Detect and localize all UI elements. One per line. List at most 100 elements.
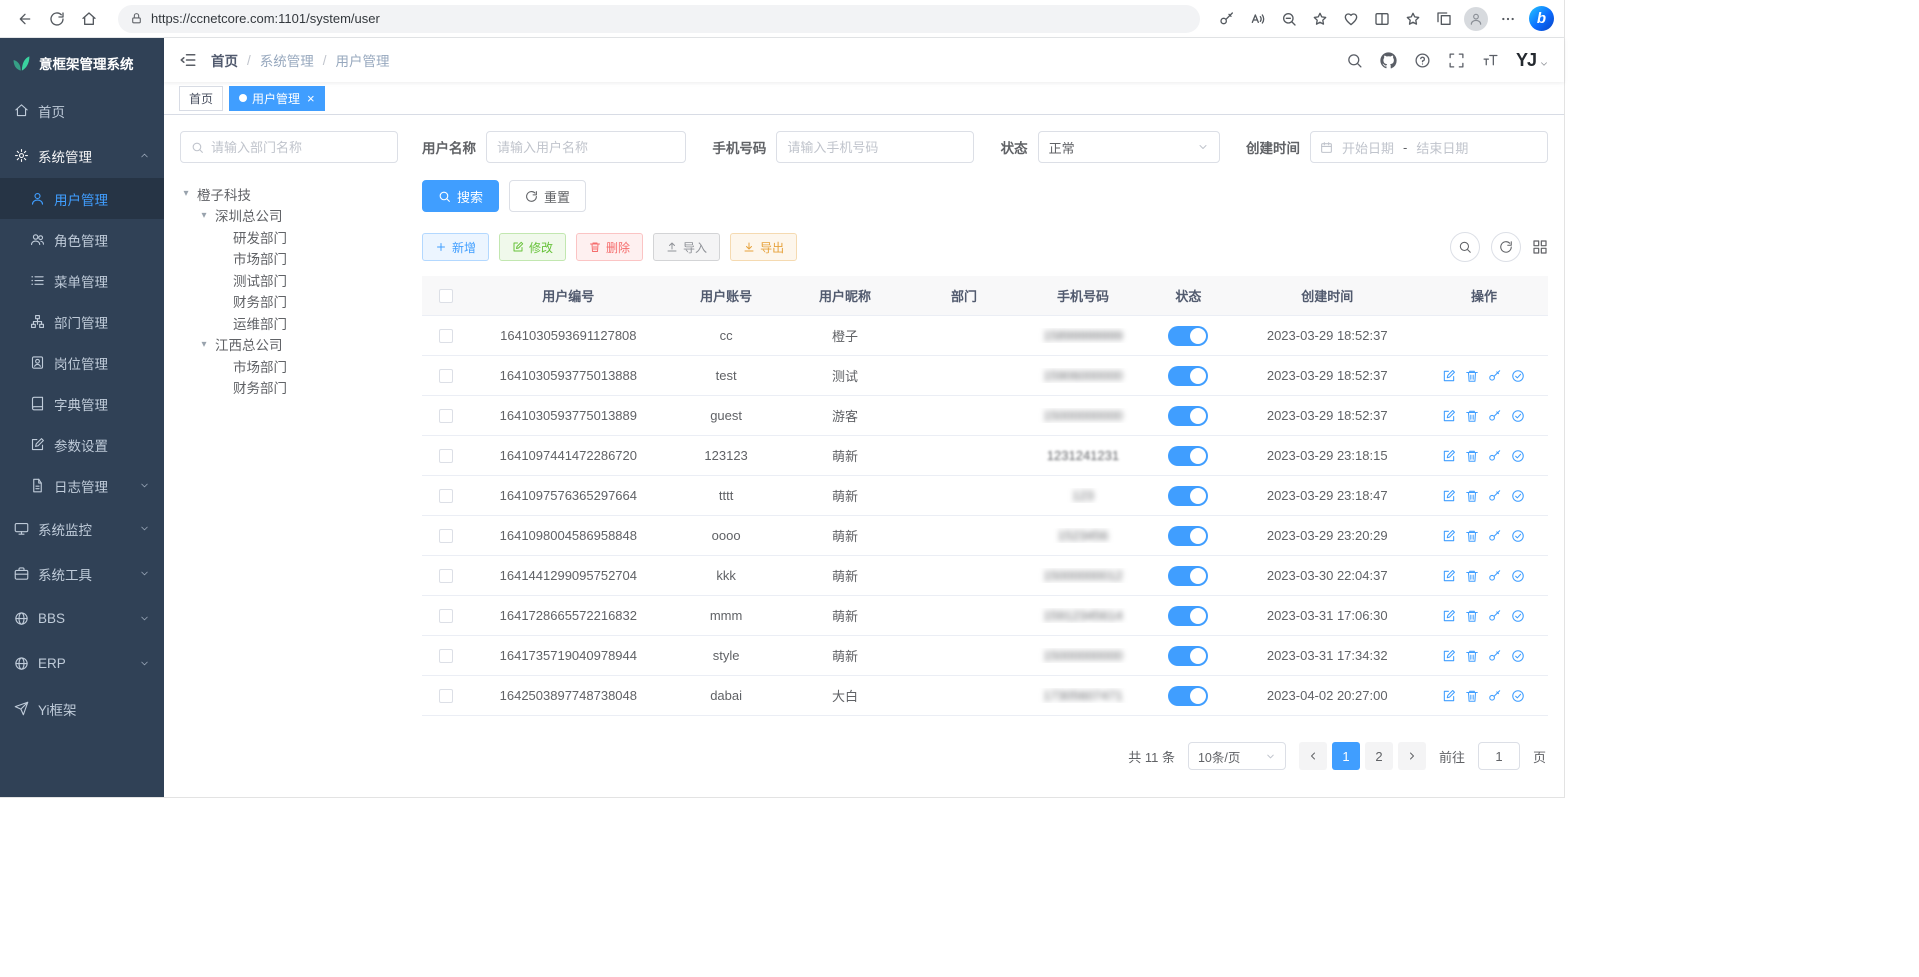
- edit-icon[interactable]: [1442, 649, 1456, 663]
- phone-input[interactable]: [776, 131, 974, 163]
- tree-node[interactable]: 财务部门: [180, 377, 398, 399]
- page-number-button[interactable]: 2: [1365, 742, 1393, 770]
- delete-icon[interactable]: [1465, 649, 1479, 663]
- tree-node[interactable]: 测试部门: [180, 269, 398, 291]
- zoom-icon[interactable]: [1274, 4, 1304, 34]
- reset-password-icon[interactable]: [1488, 649, 1502, 663]
- reset-password-icon[interactable]: [1488, 449, 1502, 463]
- goto-page-input[interactable]: [1478, 742, 1520, 770]
- assign-role-icon[interactable]: [1511, 649, 1525, 663]
- page-size-select[interactable]: 10条/页: [1188, 742, 1286, 770]
- status-select[interactable]: 正常: [1038, 131, 1220, 163]
- row-checkbox[interactable]: [439, 369, 453, 383]
- caret-down-icon[interactable]: ▾: [198, 339, 210, 350]
- select-all-checkbox[interactable]: [439, 289, 453, 303]
- dept-search-input[interactable]: [211, 140, 387, 155]
- delete-icon[interactable]: [1465, 489, 1479, 503]
- row-checkbox[interactable]: [439, 409, 453, 423]
- sidebar-item[interactable]: 系统工具: [0, 551, 164, 596]
- reset-password-icon[interactable]: [1488, 489, 1502, 503]
- copilot-icon[interactable]: b: [1529, 6, 1554, 31]
- edit-icon[interactable]: [1442, 689, 1456, 703]
- menu-fold-icon[interactable]: [179, 51, 197, 69]
- tree-node[interactable]: ▾橙子科技: [180, 183, 398, 205]
- split-screen-icon[interactable]: [1367, 4, 1397, 34]
- reset-password-icon[interactable]: [1488, 409, 1502, 423]
- caret-down-icon[interactable]: ▾: [180, 188, 192, 199]
- tree-node[interactable]: 市场部门: [180, 248, 398, 270]
- assign-role-icon[interactable]: [1511, 689, 1525, 703]
- sidebar-item[interactable]: 用户管理: [0, 178, 164, 219]
- reset-password-icon[interactable]: [1488, 689, 1502, 703]
- status-toggle[interactable]: [1168, 366, 1208, 386]
- page-next-button[interactable]: [1398, 742, 1426, 770]
- row-checkbox[interactable]: [439, 489, 453, 503]
- refresh-button[interactable]: [42, 4, 72, 34]
- assign-role-icon[interactable]: [1511, 609, 1525, 623]
- status-toggle[interactable]: [1168, 486, 1208, 506]
- assign-role-icon[interactable]: [1511, 409, 1525, 423]
- row-checkbox[interactable]: [439, 569, 453, 583]
- sidebar-item[interactable]: 系统监控: [0, 506, 164, 551]
- status-toggle[interactable]: [1168, 646, 1208, 666]
- page-prev-button[interactable]: [1299, 742, 1327, 770]
- assign-role-icon[interactable]: [1511, 369, 1525, 383]
- status-toggle[interactable]: [1168, 446, 1208, 466]
- tab-user-management[interactable]: 用户管理×: [229, 86, 325, 111]
- search-icon[interactable]: [1346, 52, 1363, 69]
- edit-icon[interactable]: [1442, 609, 1456, 623]
- edit-button[interactable]: 修改: [499, 233, 566, 261]
- breadcrumb-item[interactable]: 首页: [211, 50, 238, 70]
- row-checkbox[interactable]: [439, 529, 453, 543]
- reset-password-icon[interactable]: [1488, 569, 1502, 583]
- sidebar-item[interactable]: 首页: [0, 88, 164, 133]
- tree-node[interactable]: 市场部门: [180, 355, 398, 377]
- tree-node[interactable]: ▾深圳总公司: [180, 205, 398, 227]
- status-toggle[interactable]: [1168, 686, 1208, 706]
- row-checkbox[interactable]: [439, 329, 453, 343]
- username-input[interactable]: [486, 131, 686, 163]
- github-icon[interactable]: [1380, 52, 1397, 69]
- sidebar-item[interactable]: 部门管理: [0, 301, 164, 342]
- status-toggle[interactable]: [1168, 526, 1208, 546]
- tree-node[interactable]: 研发部门: [180, 226, 398, 248]
- column-settings-button[interactable]: [1532, 239, 1548, 255]
- edit-icon[interactable]: [1442, 489, 1456, 503]
- breadcrumb-item[interactable]: 系统管理: [260, 50, 314, 70]
- toggle-search-button[interactable]: [1450, 232, 1480, 262]
- edit-icon[interactable]: [1442, 569, 1456, 583]
- read-aloud-icon[interactable]: [1243, 4, 1273, 34]
- sidebar-item[interactable]: 字典管理: [0, 383, 164, 424]
- edit-icon[interactable]: [1442, 369, 1456, 383]
- sidebar-item[interactable]: 岗位管理: [0, 342, 164, 383]
- reset-password-icon[interactable]: [1488, 529, 1502, 543]
- reset-button[interactable]: 重置: [509, 180, 586, 212]
- reset-password-icon[interactable]: [1488, 609, 1502, 623]
- help-icon[interactable]: [1414, 52, 1431, 69]
- tab-home[interactable]: 首页: [179, 86, 223, 111]
- reset-password-icon[interactable]: [1488, 369, 1502, 383]
- edit-icon[interactable]: [1442, 409, 1456, 423]
- address-bar[interactable]: https://ccnetcore.com:1101/system/user: [118, 5, 1200, 33]
- status-toggle[interactable]: [1168, 406, 1208, 426]
- delete-icon[interactable]: [1465, 449, 1479, 463]
- sidebar-item[interactable]: 日志管理: [0, 465, 164, 506]
- edit-icon[interactable]: [1442, 449, 1456, 463]
- sidebar-item[interactable]: 角色管理: [0, 219, 164, 260]
- sidebar-item[interactable]: ERP: [0, 641, 164, 686]
- profile-avatar[interactable]: [1464, 7, 1488, 31]
- search-button[interactable]: 搜索: [422, 180, 499, 212]
- page-number-button[interactable]: 1: [1332, 742, 1360, 770]
- row-checkbox[interactable]: [439, 689, 453, 703]
- delete-icon[interactable]: [1465, 609, 1479, 623]
- sidebar-item[interactable]: 菜单管理: [0, 260, 164, 301]
- status-toggle[interactable]: [1168, 606, 1208, 626]
- settings-more-icon[interactable]: [1493, 4, 1523, 34]
- sidebar-item[interactable]: 系统管理: [0, 133, 164, 178]
- caret-down-icon[interactable]: ▾: [198, 210, 210, 221]
- tree-node[interactable]: ▾江西总公司: [180, 334, 398, 356]
- row-checkbox[interactable]: [439, 609, 453, 623]
- close-icon[interactable]: ×: [307, 92, 315, 105]
- assign-role-icon[interactable]: [1511, 449, 1525, 463]
- row-checkbox[interactable]: [439, 649, 453, 663]
